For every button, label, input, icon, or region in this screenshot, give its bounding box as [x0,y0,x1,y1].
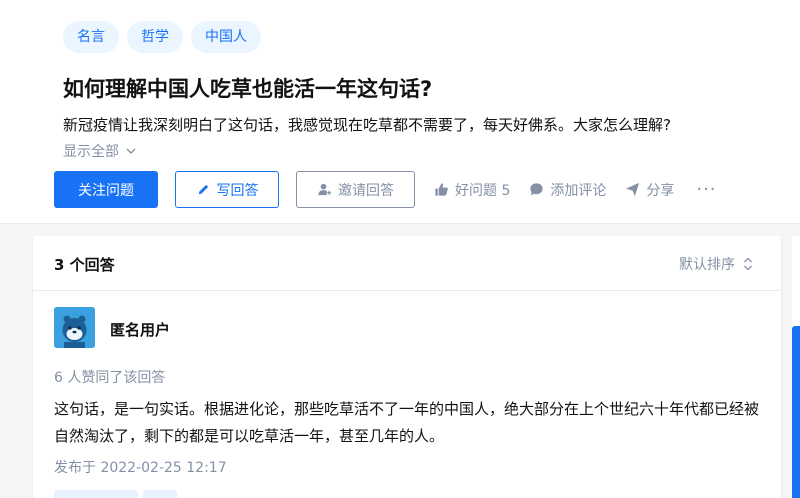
comment-icon [530,183,543,196]
sort-dropdown[interactable]: 默认排序 [679,254,753,274]
topic-tag[interactable]: 中国人 [191,21,261,53]
invite-answer-button[interactable]: 邀请回答 [296,171,415,208]
topic-tags: 名言 哲学 中国人 [63,21,261,53]
add-comment-button[interactable]: 添加评论 [529,180,606,200]
sidebar-banner[interactable] [792,326,800,498]
question-title: 如何理解中国人吃草也能活一年这句话? [63,77,433,101]
answer-count: 3 个回答 [54,256,115,274]
show-all-label: 显示全部 [63,144,119,160]
more-options-icon[interactable]: ··· [696,179,716,200]
good-question-button[interactable]: 好问题 5 [434,180,510,200]
add-user-icon [318,183,332,196]
topic-tag[interactable]: 哲学 [127,21,183,53]
question-actions: 关注问题 写回答 邀请回答 好问题 5 添加评论 分享 ··· [54,171,717,208]
paper-plane-icon [626,182,640,197]
thumbs-up-icon [435,183,448,196]
pencil-icon [198,184,208,195]
publish-time[interactable]: 发布于 2022-02-25 12:17 [54,457,227,477]
avatar[interactable] [54,307,95,348]
vote-count: 6 人赞同了该回答 [54,370,166,386]
share-label: 分享 [646,182,675,199]
chevron-down-icon [126,148,136,154]
question-detail: 新冠疫情让我深刻明白了这句话，我感觉现在吃草都不需要了，每天好佛系。大家怎么理解… [63,116,671,134]
upvote-button[interactable] [54,490,138,498]
add-comment-label: 添加评论 [550,182,607,199]
answer-list-header: 3 个回答 默认排序 [33,236,781,291]
author-name[interactable]: 匿名用户 [110,319,170,340]
write-answer-button[interactable]: 写回答 [175,171,279,208]
question-header: 名言 哲学 中国人 如何理解中国人吃草也能活一年这句话? 新冠疫情让我深刻明白了… [0,0,800,224]
answer-content: 这句话，是一句实话。根据进化论，那些吃草活不了一年的中国人，绝大部分在上个世纪六… [54,400,760,445]
show-all-toggle[interactable]: 显示全部 [63,141,137,161]
invite-answer-label: 邀请回答 [338,182,394,199]
topic-tag[interactable]: 名言 [63,21,119,53]
write-answer-label: 写回答 [216,182,259,199]
good-question-label: 好问题 5 [455,182,511,199]
anonymous-avatar-icon [54,307,95,348]
sort-icon [744,257,752,271]
sort-label: 默认排序 [679,257,735,273]
follow-question-button[interactable]: 关注问题 [54,171,158,208]
downvote-button[interactable] [143,490,177,498]
share-button[interactable]: 分享 [625,180,674,200]
answer-list-card: 3 个回答 默认排序 匿名用户 6 人赞同了该回答 这句话，是一句实话。根据进化… [33,236,781,498]
